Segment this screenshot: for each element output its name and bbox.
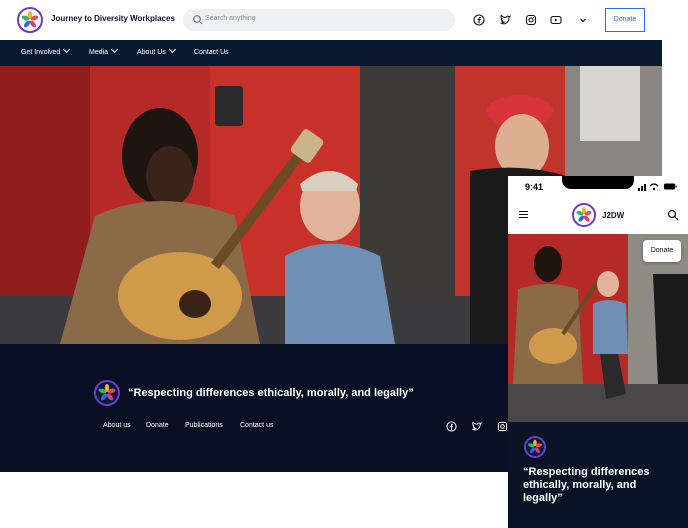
- mobile-site-name: J2DW: [602, 211, 625, 220]
- search-input[interactable]: Search anything: [183, 9, 455, 31]
- footer-link-contact-us[interactable]: Contact us: [240, 422, 273, 429]
- donate-button[interactable]: Donate: [605, 8, 645, 32]
- nav-label: About Us: [137, 49, 166, 56]
- search-icon: [193, 15, 203, 25]
- instagram-icon[interactable]: [497, 421, 508, 432]
- mobile-header: J2DW: [508, 196, 688, 234]
- mobile-hero-image: [508, 234, 688, 422]
- youtube-icon[interactable]: [550, 14, 562, 26]
- twitter-icon[interactable]: [499, 14, 511, 26]
- mobile-donate-button[interactable]: Donate: [643, 240, 681, 262]
- chevron-down-icon: [111, 45, 119, 54]
- footer-link-donate[interactable]: Donate: [146, 422, 169, 429]
- instagram-icon[interactable]: [525, 14, 537, 26]
- phone-notch: [562, 176, 634, 189]
- mobile-footer-logo: [524, 436, 546, 458]
- nav-label: Contact Us: [194, 49, 229, 56]
- menu-icon[interactable]: [519, 211, 528, 218]
- mobile-view: 9:41 J2DW Donate “Respecting differences…: [508, 176, 688, 528]
- nav-item-about-us[interactable]: About Us: [137, 45, 176, 56]
- twitter-icon[interactable]: [471, 421, 482, 432]
- status-icons: [638, 183, 677, 191]
- facebook-icon[interactable]: [446, 421, 457, 432]
- footer-link-publications[interactable]: Publications: [185, 422, 223, 429]
- nav-item-media[interactable]: Media: [89, 45, 119, 56]
- mobile-footer-quote: “Respecting differences ethically, moral…: [523, 466, 650, 504]
- status-time: 9:41: [525, 182, 544, 192]
- nav-item-get-involved[interactable]: Get Involved: [21, 45, 71, 56]
- top-header: Journey to Diversity Workplaces Search a…: [0, 0, 662, 40]
- main-nav: Get Involved Media About Us Contact Us: [0, 40, 662, 66]
- flower-logo-icon: [98, 384, 116, 401]
- chevron-down-icon[interactable]: [578, 15, 588, 25]
- chevron-down-icon: [63, 45, 71, 54]
- footer-logo: [94, 380, 120, 406]
- search-placeholder: Search anything: [205, 15, 256, 22]
- nav-item-contact-us[interactable]: Contact Us: [194, 49, 229, 56]
- footer-quote: “Respecting differences ethically, moral…: [128, 387, 414, 399]
- facebook-icon[interactable]: [473, 14, 485, 26]
- nav-label: Get Involved: [21, 49, 61, 56]
- search-icon[interactable]: [667, 209, 679, 221]
- flower-logo-icon: [528, 439, 542, 454]
- site-name[interactable]: Journey to Diversity Workplaces: [51, 14, 175, 23]
- flower-logo-icon: [21, 11, 39, 28]
- nav-label: Media: [89, 49, 109, 56]
- mobile-hero-photo: [508, 234, 688, 422]
- status-bar: 9:41: [508, 176, 688, 196]
- mobile-logo[interactable]: [572, 203, 596, 227]
- flower-logo-icon: [576, 206, 592, 222]
- site-logo[interactable]: [17, 7, 43, 33]
- footer-link-about-us[interactable]: About us: [103, 422, 131, 429]
- chevron-down-icon: [168, 45, 176, 54]
